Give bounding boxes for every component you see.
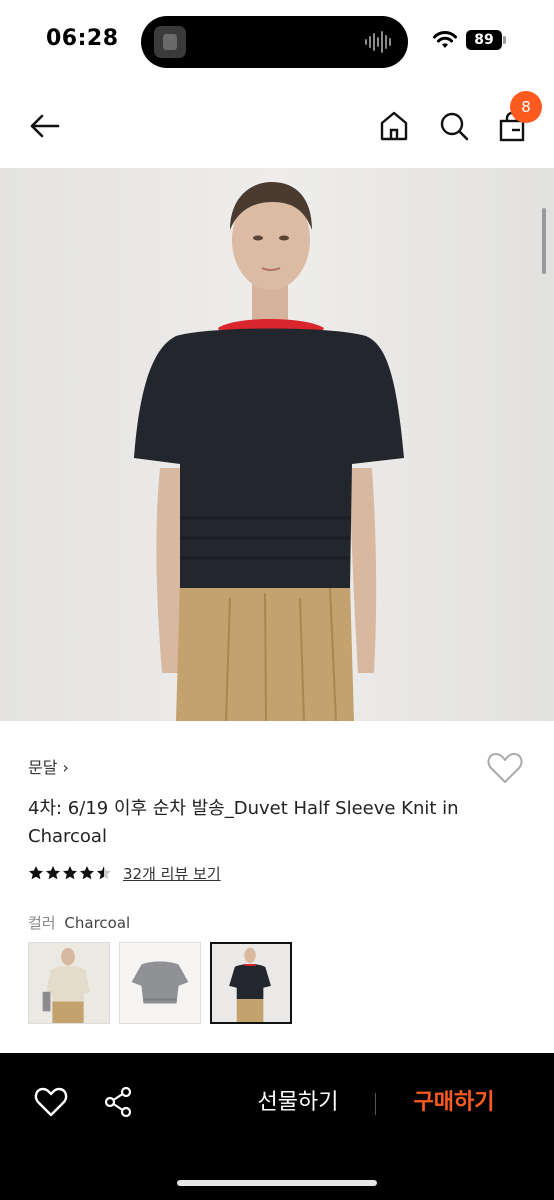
grey-knit-thumbnail <box>120 943 200 1023</box>
share-icon[interactable] <box>102 1085 136 1119</box>
star-icon <box>97 866 111 880</box>
dynamic-island[interactable] <box>141 16 408 68</box>
rating-row: 32개 리뷰 보기 <box>28 862 221 884</box>
now-playing-thumbnail <box>154 26 186 58</box>
buy-button[interactable]: 구매하기 <box>394 1085 514 1121</box>
review-link[interactable]: 32개 리뷰 보기 <box>123 863 221 884</box>
swatch-grey[interactable] <box>119 942 201 1024</box>
product-image[interactable] <box>0 168 554 721</box>
swatch-ivory[interactable] <box>28 942 110 1024</box>
star-icon <box>29 866 43 880</box>
brand-name: 문달 <box>28 758 58 777</box>
star-rating <box>28 865 113 881</box>
color-swatches <box>28 942 301 1024</box>
product-title: 4차: 6/19 이후 순차 발송_Duvet Half Sleeve Knit… <box>28 798 459 847</box>
heart-icon[interactable] <box>34 1085 68 1119</box>
selected-color: Charcoal <box>64 914 131 932</box>
search-icon[interactable] <box>436 108 472 144</box>
gift-button[interactable]: 선물하기 <box>238 1085 358 1121</box>
scroll-indicator[interactable] <box>542 208 546 274</box>
navigation-bar <box>0 84 554 168</box>
audio-waveform-icon <box>365 31 391 53</box>
home-indicator[interactable] <box>177 1180 377 1186</box>
home-icon[interactable] <box>376 108 412 144</box>
charcoal-knit-thumbnail <box>212 944 290 1022</box>
chevron-right-icon: › <box>62 758 69 777</box>
back-arrow-icon[interactable] <box>26 108 62 144</box>
status-time: 06:28 <box>46 26 119 51</box>
swatch-charcoal[interactable] <box>210 942 292 1024</box>
status-bar: 06:28 89 <box>0 0 554 84</box>
heart-icon[interactable] <box>486 750 524 786</box>
wifi-icon <box>433 31 457 48</box>
color-label: 컬러 <box>28 914 56 932</box>
star-icon <box>46 866 60 880</box>
ivory-knit-thumbnail <box>29 943 109 1023</box>
battery-indicator: 89 <box>466 30 502 50</box>
color-option-label: 컬러 Charcoal <box>28 912 130 933</box>
bottom-action-bar: 선물하기 구매하기 <box>0 1053 554 1200</box>
star-icon <box>63 866 77 880</box>
cart-count-badge: 8 <box>510 91 542 123</box>
model-photo <box>0 168 554 721</box>
star-icon <box>80 866 94 880</box>
action-divider <box>375 1093 376 1115</box>
brand-link[interactable]: 문달 › <box>28 754 69 778</box>
battery-tip <box>503 36 506 44</box>
